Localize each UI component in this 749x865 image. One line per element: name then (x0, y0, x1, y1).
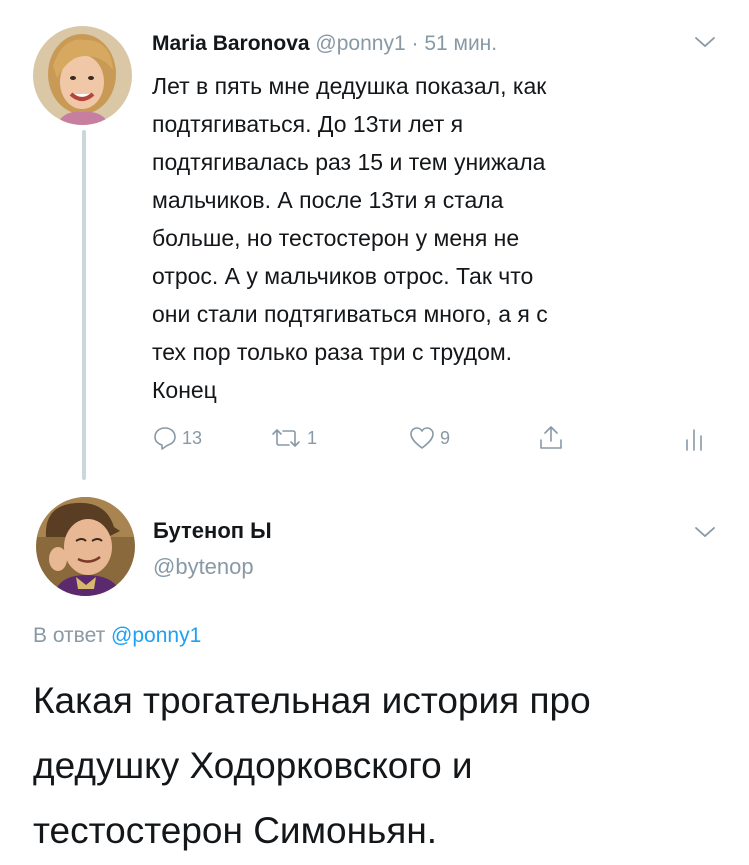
reply-context: В ответ @ponny1 (33, 622, 201, 650)
tweet-text: Лет в пять мне дедушка показал, как подт… (152, 67, 712, 409)
author-name[interactable]: Бутеноп Ы (153, 516, 272, 546)
author-handle[interactable]: @bytenop (153, 552, 254, 582)
avatar-maria[interactable] (33, 26, 132, 125)
tweet-text-line: больше, но тестостерон у меня не (152, 225, 520, 251)
retweet-icon (269, 425, 303, 451)
tweet-actions: 13 1 9 (152, 418, 722, 458)
tweet-text-line: Лет в пять мне дедушка показал, как (152, 73, 547, 99)
tweet-header: Maria Baronova @ponny1 · 51 мин. (152, 30, 497, 58)
tweet-text-line: Какая трогательная история про (33, 680, 591, 721)
author-name[interactable]: Maria Baronova (152, 32, 310, 55)
chevron-down-icon[interactable] (693, 524, 717, 540)
share-button[interactable] (537, 418, 565, 458)
share-icon (537, 424, 565, 452)
retweet-count: 1 (307, 427, 318, 448)
separator: · (411, 32, 419, 55)
avatar-butenop[interactable] (36, 497, 135, 596)
tweet-maria[interactable]: Maria Baronova @ponny1 · 51 мин. Лет в п… (0, 0, 749, 485)
reply-icon (152, 425, 178, 451)
timestamp[interactable]: 51 мин. (424, 32, 497, 55)
chevron-down-icon[interactable] (693, 34, 717, 50)
reply-to-link[interactable]: @ponny1 (111, 624, 201, 647)
like-count: 9 (440, 427, 451, 448)
tweet-text-line: тестостерон Симоньян. (33, 810, 438, 851)
reply-count: 13 (182, 427, 203, 448)
tweet-text-line: подтягивалась раз 15 и тем унижала (152, 149, 546, 175)
tweet-text-line: они стали подтягиваться много, а я с (152, 301, 548, 327)
tweet-text-line: Конец (152, 377, 217, 403)
thread-line (82, 130, 86, 480)
heart-icon (408, 425, 436, 451)
author-handle[interactable]: @ponny1 (315, 32, 405, 55)
like-button[interactable]: 9 (408, 418, 450, 458)
tweet-text-line: дедушку Ходорковского и (33, 745, 473, 786)
retweet-button[interactable]: 1 (269, 418, 317, 458)
reply-button[interactable]: 13 (152, 418, 202, 458)
analytics-icon (682, 424, 706, 452)
tweet-text-line: тех пор только раза три с трудом. (152, 339, 513, 365)
analytics-button[interactable] (682, 418, 706, 458)
tweet-text: Какая трогательная история про дедушку Х… (33, 668, 733, 863)
tweet-text-line: отрос. А у мальчиков отрос. Так что (152, 263, 534, 289)
reply-prefix: В ответ (33, 624, 106, 647)
tweet-text-line: мальчиков. А после 13ти я стала (152, 187, 504, 213)
tweet-text-line: подтягиваться. До 13ти лет я (152, 111, 464, 137)
